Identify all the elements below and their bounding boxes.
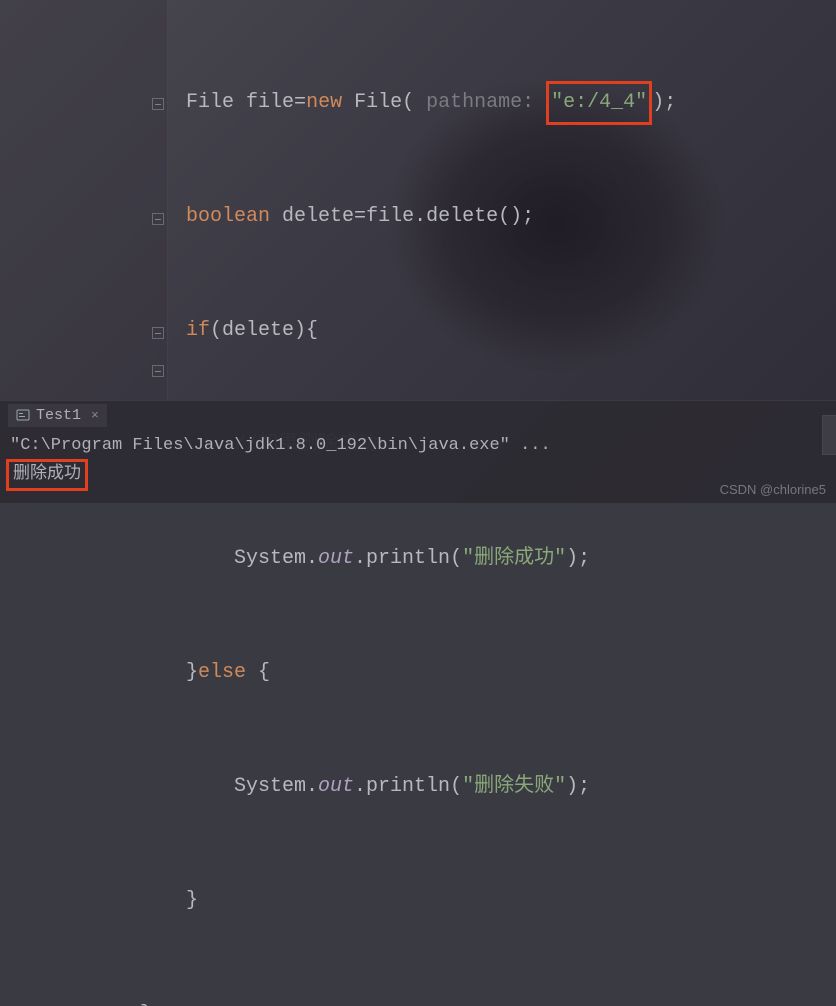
- fold-marker-icon[interactable]: [152, 365, 164, 377]
- string-token: "删除失败": [462, 775, 566, 798]
- code-line[interactable]: System.out.println("删除成功");: [186, 540, 676, 578]
- console-output-line: 删除成功: [10, 459, 826, 491]
- run-config-icon: [16, 408, 30, 422]
- highlight-output: 删除成功: [6, 459, 88, 491]
- keyword-token: boolean: [186, 205, 270, 228]
- code-line[interactable]: File file=new File( pathname: "e:/4_4");: [186, 84, 676, 122]
- console-tab[interactable]: Test1 ×: [8, 404, 107, 427]
- code-line[interactable]: boolean delete=file.delete();: [186, 198, 676, 236]
- close-icon[interactable]: ×: [91, 408, 99, 423]
- keyword-token: if: [186, 319, 210, 342]
- fold-marker-icon[interactable]: [152, 327, 164, 339]
- console-tab-bar: Test1 ×: [0, 401, 836, 429]
- keyword-token: new: [306, 91, 342, 114]
- type-token: File: [186, 91, 234, 114]
- code-line[interactable]: }: [186, 882, 676, 920]
- field-token: out: [318, 547, 354, 570]
- run-console-panel: Test1 × "C:\Program Files\Java\jdk1.8.0_…: [0, 400, 836, 503]
- code-line[interactable]: if(delete){: [186, 312, 676, 350]
- highlight-string-arg: "e:/4_4": [546, 81, 652, 125]
- console-tab-label: Test1: [36, 407, 81, 424]
- ctor-token: File: [354, 91, 402, 114]
- console-cmd-line: "C:\Program Files\Java\jdk1.8.0_192\bin\…: [10, 433, 826, 459]
- watermark-text: CSDN @chlorine5: [720, 482, 826, 497]
- code-line[interactable]: System.out.println("删除失败");: [186, 768, 676, 806]
- code-editor[interactable]: File file=new File( pathname: "e:/4_4");…: [186, 8, 676, 1006]
- param-hint: pathname:: [426, 91, 534, 114]
- side-tool-button[interactable]: [822, 415, 836, 455]
- fold-marker-icon[interactable]: [152, 98, 164, 110]
- code-line[interactable]: }: [140, 996, 676, 1006]
- keyword-token: else: [198, 661, 246, 684]
- fold-marker-icon[interactable]: [152, 213, 164, 225]
- string-token: "e:/4_4": [551, 91, 647, 114]
- string-token: "删除成功": [462, 547, 566, 570]
- identifier-token: file: [246, 91, 294, 114]
- identifier-token: delete: [282, 205, 354, 228]
- console-output[interactable]: "C:\Program Files\Java\jdk1.8.0_192\bin\…: [0, 429, 836, 495]
- field-token: out: [318, 775, 354, 798]
- editor-gutter: [0, 0, 168, 400]
- code-line[interactable]: }else {: [186, 654, 676, 692]
